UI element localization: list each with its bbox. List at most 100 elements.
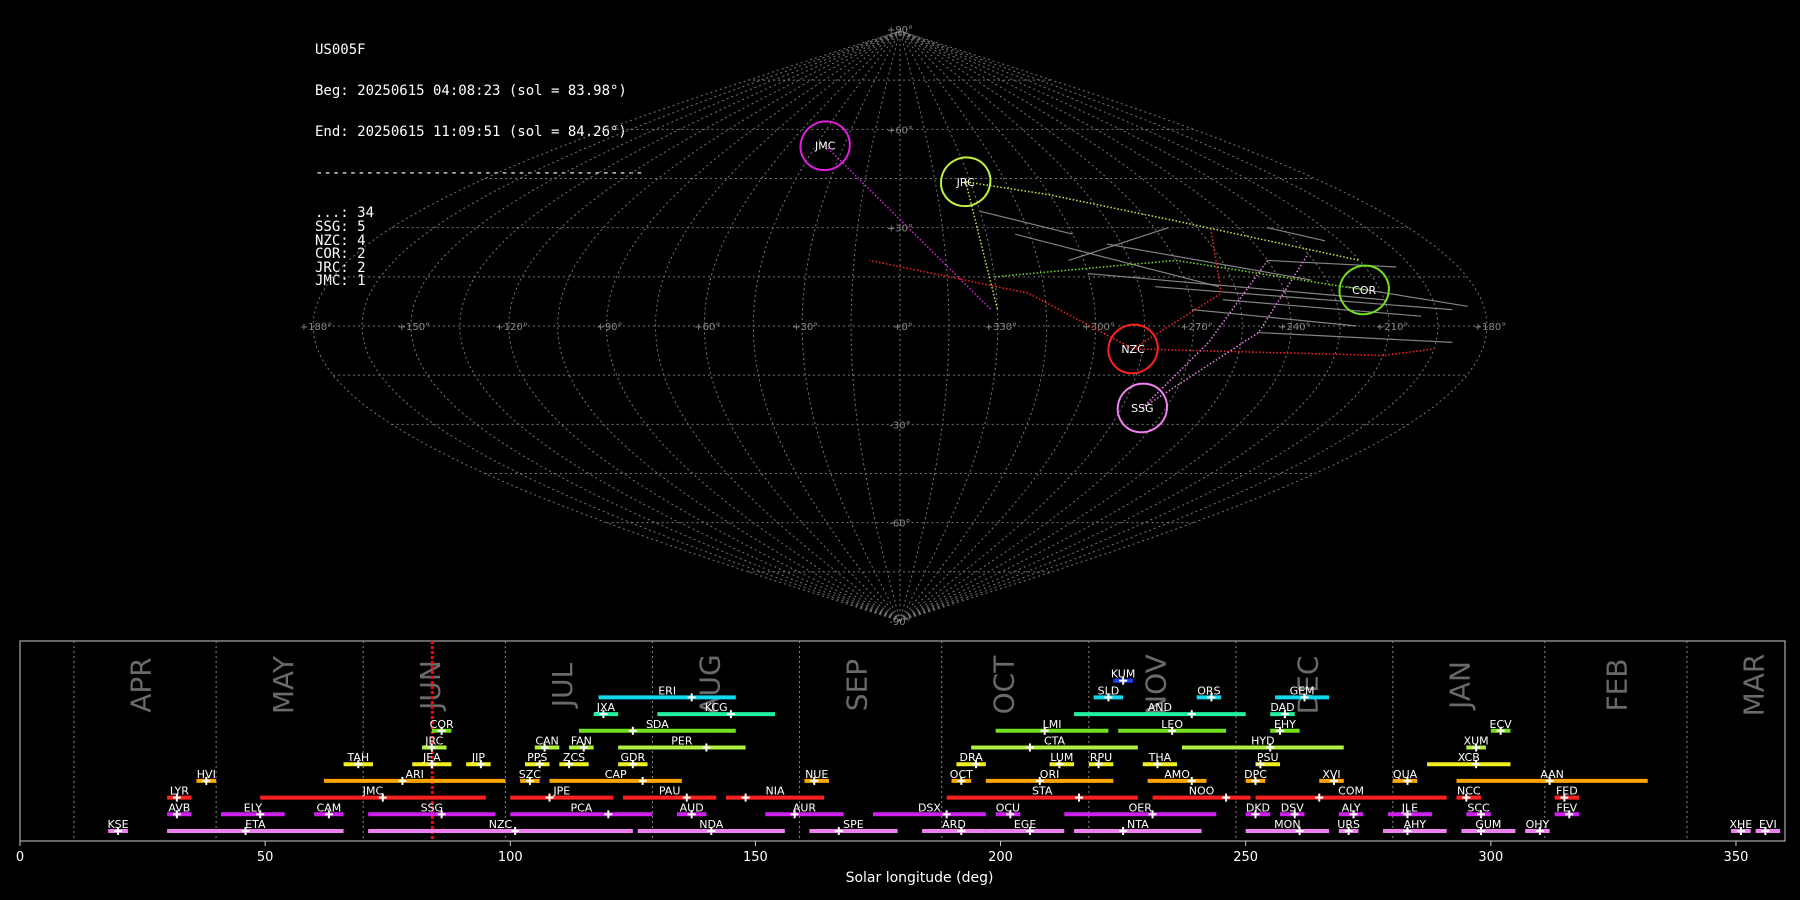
shower-label: AUD (680, 801, 704, 814)
shower-label: SDA (646, 718, 669, 731)
shower-label: PCA (570, 801, 592, 814)
shower-jxa: JXA (593, 701, 619, 719)
lat-label: +90° (887, 25, 913, 36)
shower-hvi: HVI (196, 768, 217, 785)
shower-label: LEO (1161, 718, 1183, 731)
shower-label: XVI (1322, 768, 1340, 781)
shower-label: JIP (471, 751, 485, 764)
shower-qua: QUA (1392, 768, 1418, 785)
shower-xum: XUM (1464, 735, 1489, 752)
month-label: JUL (546, 662, 579, 709)
shower-label: COR (430, 718, 454, 731)
lon-label: +180° (300, 322, 332, 333)
shower-label: NDA (699, 818, 724, 831)
month-label: APR (125, 657, 158, 713)
lon-label: +120° (495, 322, 527, 333)
shower-label: OER (1129, 801, 1153, 814)
shower-label: FED (1556, 785, 1578, 798)
shower-label: LMI (1043, 718, 1062, 731)
shower-label: DSX (918, 801, 941, 814)
x-axis-label: Solar longitude (deg) (846, 870, 994, 886)
shower-label: ORI (1040, 768, 1060, 781)
shower-label: ETA (245, 818, 266, 831)
sporadic-trail (1267, 259, 1397, 268)
lon-label: +0° (893, 322, 913, 333)
shower-trail (965, 181, 1360, 262)
shower-label: OHY (1526, 818, 1550, 831)
shower-trail (994, 259, 1365, 291)
shower-xvi: XVI (1319, 768, 1344, 785)
shower-ors: ORS (1196, 684, 1222, 702)
radiant-label: SSG (1131, 402, 1154, 415)
shower-label: GEM (1290, 684, 1315, 697)
x-tick-label: 50 (257, 850, 274, 865)
shower-label: EVI (1759, 818, 1777, 831)
shower-label: PPS (527, 751, 547, 764)
shower-label: JMC (362, 785, 384, 798)
shower-label: DAD (1270, 701, 1294, 714)
shower-label: KSE (107, 818, 128, 831)
shower-psu: PSU (1255, 751, 1281, 769)
shower-label: SCC (1467, 801, 1490, 814)
shower-oct: OCT (950, 768, 973, 785)
shower-label: CAP (605, 768, 627, 781)
lon-label: +330° (985, 322, 1017, 333)
shower-label: DKD (1246, 801, 1270, 814)
lat-label: -60° (889, 519, 910, 530)
shower-ecv: ECV (1490, 718, 1513, 735)
month-label: JUN (414, 660, 447, 712)
shower-kse: KSE (107, 818, 129, 835)
shower-label: ERI (658, 684, 676, 697)
shower-label: URS (1337, 818, 1360, 831)
shower-label: SZC (519, 768, 542, 781)
sporadic-trail (979, 210, 1073, 235)
shower-label: AUR (793, 801, 817, 814)
shower-label: DSV (1281, 801, 1304, 814)
shower-sld: SLD (1093, 684, 1124, 702)
radiant-label: JRC (956, 176, 975, 189)
shower-dkd: DKD (1245, 801, 1271, 819)
shower-label: THA (1148, 751, 1172, 764)
shower-label: DPC (1244, 768, 1267, 781)
shower-label: AVB (168, 801, 190, 814)
lon-label: +90° (596, 322, 622, 333)
shower-label: KUM (1111, 668, 1135, 681)
shower-label: HVI (197, 768, 216, 781)
x-tick-label: 0 (16, 850, 24, 865)
shower-label: NTA (1127, 818, 1149, 831)
sky-map: +180° +150° +120° +90° +60° +30° +0° +330° +300°… (300, 25, 1506, 628)
shower-lum: LUM (1049, 751, 1075, 769)
shower-rpu: RPU (1088, 751, 1114, 769)
shower-label: OCT (950, 768, 973, 781)
sporadic-trail (1106, 243, 1312, 281)
shower-label: JLE (1401, 801, 1418, 814)
shower-label: EHY (1274, 718, 1296, 731)
radiant-ssg: SSG (1116, 382, 1169, 434)
shower-label: NZC (489, 818, 513, 831)
shower-label: ALY (1342, 801, 1361, 814)
shower-dra: DRA (956, 751, 986, 769)
x-tick-label: 350 (1724, 850, 1749, 865)
shower-label: SLD (1098, 684, 1120, 697)
shower-label: ECV (1490, 718, 1513, 731)
shower-nue: NUE (804, 768, 829, 785)
x-tick-label: 300 (1478, 850, 1503, 865)
shower-label: ORS (1197, 684, 1220, 697)
x-tick-label: 250 (1233, 850, 1258, 865)
shower-label: COM (1338, 785, 1364, 798)
shower-label: SSG (421, 801, 444, 814)
shower-label: JPE (552, 785, 570, 798)
lon-label: +270° (1180, 322, 1212, 333)
shower-fev: FEV (1554, 801, 1580, 819)
shower-dpc: DPC (1244, 768, 1267, 785)
sporadic-trail (1267, 227, 1326, 242)
shower-xhe: XHE (1729, 818, 1752, 835)
lon-label: +180° (1474, 322, 1506, 333)
shower-trail (824, 145, 992, 311)
shower-zcs: ZCS (559, 751, 589, 769)
sporadic-trail (1258, 331, 1453, 343)
shower-kum: KUM (1111, 668, 1135, 685)
shower-evi: EVI (1755, 818, 1781, 835)
lat-label: -30° (889, 420, 910, 431)
shower-ehy: EHY (1270, 718, 1300, 735)
